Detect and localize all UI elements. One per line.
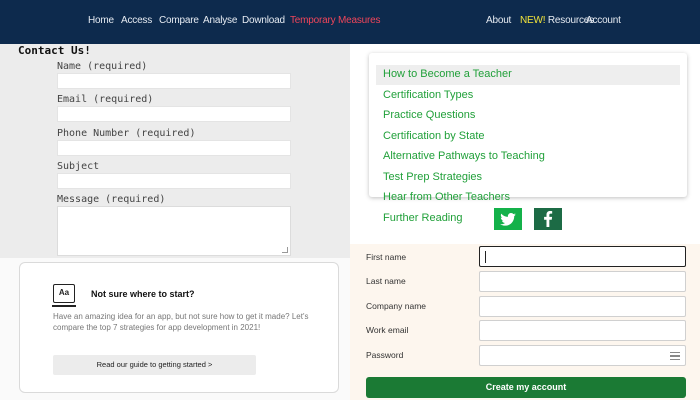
- phone-input[interactable]: [57, 140, 291, 156]
- facebook-icon[interactable]: [534, 208, 562, 230]
- nav-link-compare[interactable]: Compare: [159, 15, 199, 26]
- menu-item-alternative-pathways[interactable]: Alternative Pathways to Teaching: [383, 150, 545, 162]
- new-badge: NEW!: [520, 15, 546, 26]
- message-textarea[interactable]: [57, 206, 291, 256]
- menu-item-practice-questions[interactable]: Practice Questions: [383, 109, 475, 121]
- company-name-input[interactable]: [479, 296, 686, 317]
- message-label: Message (required): [57, 194, 166, 205]
- twitter-icon[interactable]: [494, 208, 522, 230]
- facebook-f-glyph: [544, 211, 553, 227]
- name-input[interactable]: [57, 73, 291, 89]
- first-name-input[interactable]: [479, 246, 686, 267]
- password-label: Password: [366, 350, 404, 360]
- contact-title: Contact Us!: [18, 44, 91, 57]
- read-guide-button[interactable]: Read our guide to getting started >: [53, 355, 256, 375]
- nav-link-download[interactable]: Download: [242, 15, 285, 26]
- menu-item-certification-types[interactable]: Certification Types: [383, 89, 473, 101]
- subject-input[interactable]: [57, 173, 291, 189]
- nav-link-resources[interactable]: NEW! Resources: [520, 15, 594, 26]
- twitter-bird-glyph: [500, 212, 516, 226]
- work-email-input[interactable]: [479, 320, 686, 341]
- card-title: Not sure where to start?: [91, 289, 195, 299]
- top-navigation-bar: Home Access Compare Analyse Download Tem…: [0, 0, 700, 44]
- last-name-label: Last name: [366, 276, 406, 286]
- card-area: Aa Not sure where to start? Have an amaz…: [0, 258, 350, 400]
- email-input[interactable]: [57, 106, 291, 122]
- nav-link-account[interactable]: Account: [586, 15, 621, 26]
- password-input[interactable]: [479, 345, 686, 366]
- last-name-input[interactable]: [479, 271, 686, 292]
- text-caret: [485, 251, 486, 263]
- password-manager-icon[interactable]: [670, 352, 680, 360]
- menu-item-test-prep[interactable]: Test Prep Strategies: [383, 171, 482, 183]
- email-label: Email (required): [57, 94, 154, 105]
- phone-label: Phone Number (required): [57, 128, 196, 139]
- menu-item-further-reading[interactable]: Further Reading: [383, 212, 463, 224]
- app-guide-card: Aa Not sure where to start? Have an amaz…: [19, 262, 339, 393]
- company-name-label: Company name: [366, 301, 427, 311]
- contact-form-panel: Contact Us! Name (required) Email (requi…: [0, 44, 350, 258]
- book-icon: Aa: [52, 284, 76, 307]
- nav-link-about[interactable]: About: [486, 15, 511, 26]
- work-email-label: Work email: [366, 325, 409, 335]
- menu-item-hear-from-teachers[interactable]: Hear from Other Teachers: [383, 191, 510, 203]
- nav-link-access[interactable]: Access: [121, 15, 152, 26]
- subject-label: Subject: [57, 161, 100, 172]
- name-label: Name (required): [57, 61, 148, 72]
- nav-link-temporary-measures[interactable]: Temporary Measures: [290, 15, 381, 26]
- create-account-button[interactable]: Create my account: [366, 377, 686, 398]
- first-name-label: First name: [366, 252, 407, 262]
- menu-item-become-teacher[interactable]: How to Become a Teacher: [383, 68, 512, 80]
- card-body-text: Have an amazing idea for an app, but not…: [53, 312, 309, 332]
- menu-item-certification-by-state[interactable]: Certification by State: [383, 130, 485, 142]
- nav-link-analyse[interactable]: Analyse: [203, 15, 237, 26]
- nav-link-home[interactable]: Home: [88, 15, 114, 26]
- resize-grip-icon[interactable]: [282, 247, 288, 253]
